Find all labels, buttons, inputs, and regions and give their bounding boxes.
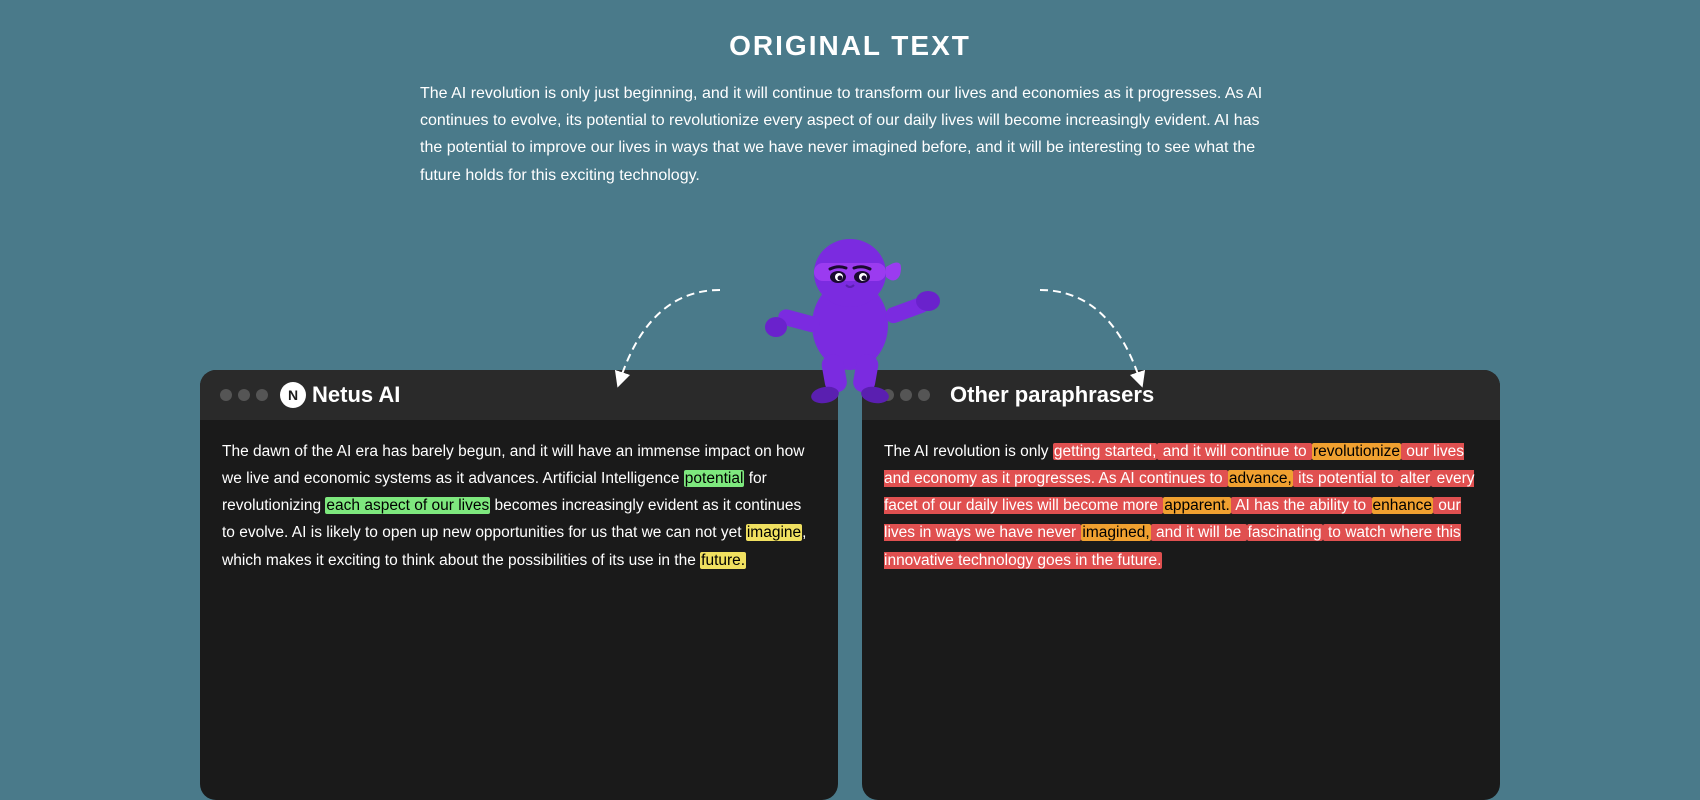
other-highlight-apparent: apparent. — [1163, 497, 1231, 514]
arrow-left-icon — [590, 280, 750, 410]
other-highlight-alter: alter — [1399, 470, 1431, 487]
original-text-title: ORIGINAL TEXT — [420, 30, 1280, 62]
other-titlebar: Other paraphrasers — [862, 370, 1500, 420]
netus-content: The dawn of the AI era has barely begun,… — [200, 420, 838, 800]
dot-1 — [220, 389, 232, 401]
other-highlight-potential: its potential to — [1293, 470, 1399, 487]
other-highlight-and: and it will be — [1151, 524, 1247, 541]
comparison-row: N Netus AI The dawn of the AI era has ba… — [200, 370, 1500, 800]
netus-highlight-future: future. — [700, 552, 746, 569]
netus-highlight-imagine: imagine — [746, 524, 802, 541]
other-paraphrasers-box: Other paraphrasers The AI revolution is … — [862, 370, 1500, 800]
other-text-1: The AI revolution is only — [884, 443, 1053, 460]
other-highlight-enhance: enhance — [1372, 497, 1433, 514]
dot-3 — [256, 389, 268, 401]
netus-icon: N — [280, 382, 306, 408]
other-text: The AI revolution is only getting starte… — [884, 438, 1478, 574]
netus-highlight-each: each aspect of our lives — [325, 497, 490, 514]
original-text-body: The AI revolution is only just beginning… — [420, 80, 1280, 189]
ninja-character — [760, 195, 940, 415]
other-highlight-revolutionize: revolutionize — [1312, 443, 1401, 460]
original-text-section: ORIGINAL TEXT The AI revolution is only … — [420, 0, 1280, 189]
netus-logo: N Netus AI — [280, 382, 400, 408]
arrow-right-icon — [1010, 280, 1170, 410]
netus-window-dots — [220, 389, 268, 401]
other-highlight-fascinating: fascinating — [1247, 524, 1323, 541]
other-content: The AI revolution is only getting starte… — [862, 420, 1500, 800]
page-container: ORIGINAL TEXT The AI revolution is only … — [0, 0, 1700, 800]
other-highlight-imagined: imagined, — [1081, 524, 1150, 541]
netus-text: The dawn of the AI era has barely begun,… — [222, 438, 816, 574]
netus-highlight-potential: potential — [684, 470, 745, 487]
other-highlight-continue: and it will continue to — [1157, 443, 1312, 460]
other-highlight-getting-started: getting started, — [1053, 443, 1158, 460]
other-highlight-advance: advance, — [1228, 470, 1293, 487]
netus-ai-box: N Netus AI The dawn of the AI era has ba… — [200, 370, 838, 800]
netus-title: Netus AI — [312, 382, 400, 408]
other-highlight-ability: AI has the ability to — [1231, 497, 1372, 514]
dot-2 — [238, 389, 250, 401]
